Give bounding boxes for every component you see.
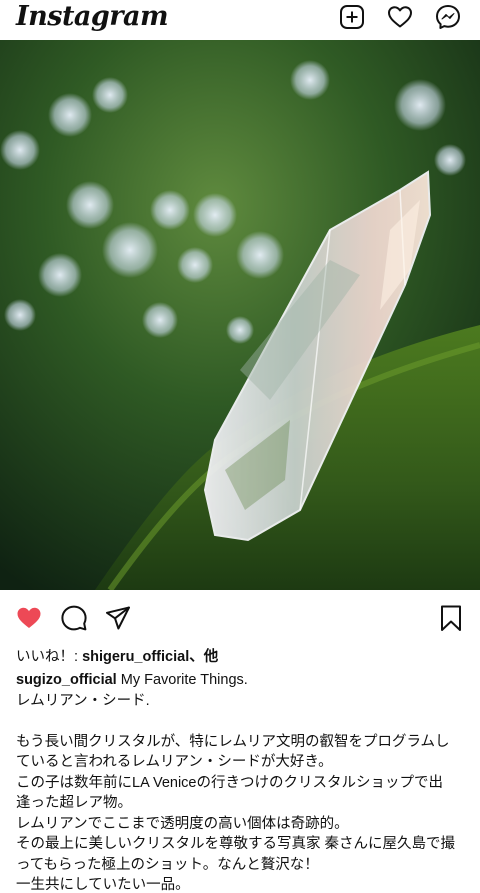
save-bookmark-icon[interactable] bbox=[437, 604, 465, 632]
caption-username[interactable]: sugizo_official bbox=[16, 672, 117, 688]
comment-icon[interactable] bbox=[60, 604, 88, 632]
likes-line: いいね！: shigeru_official、他 bbox=[16, 645, 218, 666]
post-image[interactable] bbox=[0, 40, 480, 590]
caption-line: レムリアンでここまで透明度の高い個体は奇跡的。 bbox=[16, 815, 349, 832]
likes-others[interactable]: 、他 bbox=[189, 649, 218, 665]
instagram-logo[interactable]: Instagram bbox=[16, 1, 169, 32]
liker-username[interactable]: shigeru_official bbox=[82, 649, 189, 665]
caption-line: ていると言われるレムリアン・シードが大好き。 bbox=[16, 754, 333, 770]
caption-line: その最上に美しいクリスタルを尊敬する写真家 秦さんに屋久島で撮 bbox=[16, 836, 456, 852]
caption-line: この子は数年前にLA Veniceの行きつけのクリスタルショップで出 bbox=[16, 774, 443, 791]
likes-prefix: いいね！: bbox=[16, 649, 83, 665]
caption-title: My Favorite Things. bbox=[116, 672, 248, 688]
caption-line: 一生共にしていたい一品。 bbox=[16, 877, 190, 893]
caption-line: レムリアン・シード. bbox=[16, 692, 150, 709]
post-action-bar bbox=[0, 590, 480, 642]
caption-line: 逢った超レア物。 bbox=[16, 795, 132, 811]
activity-heart-icon[interactable] bbox=[386, 3, 414, 31]
caption-line: ってもらった極上のショット。なんと贅沢な！ bbox=[16, 856, 319, 873]
share-send-icon[interactable] bbox=[104, 604, 132, 632]
add-post-icon[interactable] bbox=[338, 3, 366, 31]
post-caption: sugizo_official My Favorite Things. レムリア… bbox=[16, 670, 468, 893]
like-heart-icon[interactable] bbox=[15, 604, 43, 632]
messenger-icon[interactable] bbox=[434, 3, 462, 31]
caption-first-line: sugizo_official My Favorite Things. bbox=[16, 670, 468, 691]
top-bar: Instagram bbox=[0, 0, 480, 40]
caption-line: もう長い間クリスタルが、特にレムリア文明の叡智をプログラムし bbox=[16, 733, 450, 750]
